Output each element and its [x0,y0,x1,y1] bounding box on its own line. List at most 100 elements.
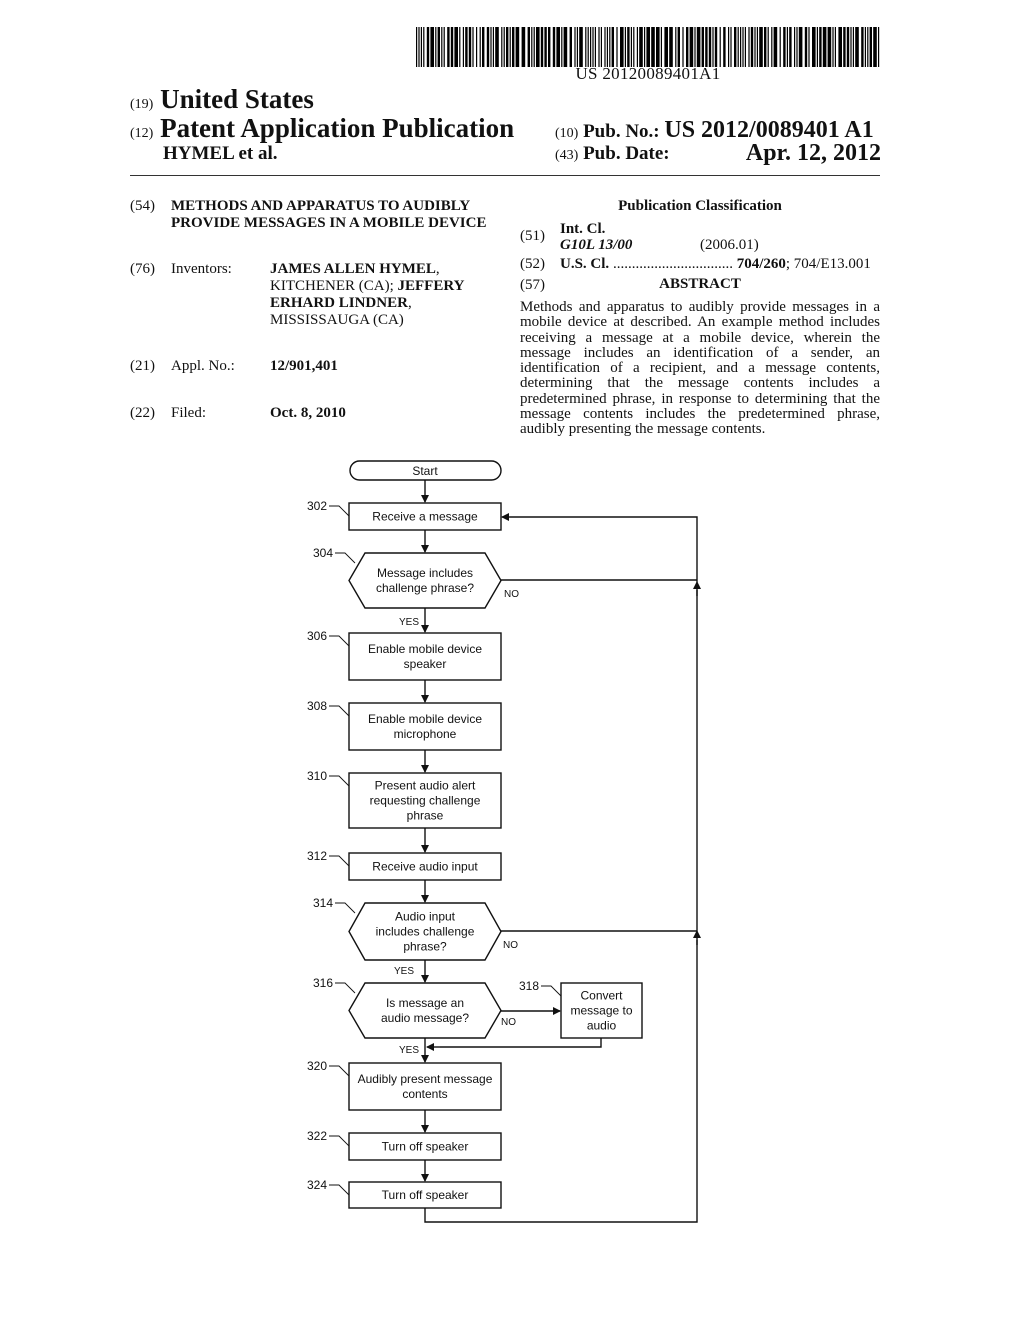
leader-line [541,985,562,997]
int-cl-version: (2006.01) [700,237,759,253]
leader-line [329,1184,350,1196]
barcode-bar [816,27,818,67]
publication-type: Patent Application Publication [160,113,515,143]
barcode-bar [750,27,754,67]
barcode-bar [490,27,492,67]
barcode-bar [479,27,481,67]
inventor-location: KITCHENER (CA); [270,278,394,294]
reference-numeral: 322 [307,1129,327,1143]
barcode-bar [574,27,576,67]
inventor-name: JEFFERY [397,278,465,294]
barcode-bar [587,27,589,67]
int-cl-label: Int. Cl. [560,221,606,237]
barcode-bar [855,27,859,67]
decision-label-316: audio message? [381,1011,469,1025]
barcode-bar [759,27,763,67]
barcode-bar [864,27,866,67]
leader-line [329,635,350,647]
barcode-bar [734,27,737,67]
appl-number: 12/901,401 [270,358,338,374]
field-code: (43) [555,148,579,163]
barcode-bar [656,27,660,67]
barcode-bar [843,27,846,67]
barcode-bar [819,27,822,67]
reference-numeral: 310 [307,769,327,783]
barcode-bar [767,27,769,67]
barcode-bar [850,27,852,67]
barcode-bar [506,27,509,67]
us-cl-line: U.S. Cl. ...............................… [560,256,880,273]
barcode-bar [712,27,714,67]
title-line: METHODS AND APPARATUS TO AUDIBLY [171,198,471,214]
barcode-bar [689,27,694,67]
barcode-bar [501,27,503,67]
field-code: (19) [130,97,154,112]
field-code: (52) [520,256,545,272]
step-label-308: microphone [394,727,457,741]
step-label-310: phrase [407,809,444,823]
step-label-320: Audibly present message [358,1072,493,1086]
barcode-bar [794,27,796,67]
barcode-bar [852,27,854,67]
leader-line [329,1065,350,1077]
abstract-text: Methods and apparatus to audibly provide… [520,299,880,438]
step-label-302: Receive a message [372,510,478,524]
barcode-bar [627,27,630,67]
barcode-bar [590,27,592,67]
barcode-bar [527,27,530,67]
reference-numeral: 306 [307,629,327,643]
reference-numeral: 308 [307,699,327,713]
field-code: (51) [520,228,545,244]
step-label-310: Present audio alert [375,779,476,793]
barcode-bar [708,27,712,67]
barcode-bar [869,27,872,67]
leader-line [329,505,350,517]
inventor-name: JAMES ALLEN HYMEL [270,261,436,277]
country: United States [160,84,314,114]
barcode-bar [552,27,556,67]
filed-date: Oct. 8, 2010 [270,405,346,421]
us-cl-secondary: ; 704/E13.001 [785,256,871,272]
barcode-bar [443,27,445,67]
classification-heading: Publication Classification [618,198,782,214]
inventor-location: MISSISSAUGA (CA) [270,312,404,328]
barcode-bar [705,27,708,67]
decision-label-314: phrase? [403,940,447,954]
barcode-bar [476,27,478,67]
barcode-bar [592,27,594,67]
barcode-bar [644,27,646,67]
leader-line [335,552,356,564]
leader-line [329,705,350,717]
inventor-name: ERHARD LINDNER [270,295,408,311]
barcode-bar [827,27,832,67]
barcode-bar [620,27,624,67]
barcode-bar [723,27,726,67]
barcode-bar [742,27,744,67]
barcode-bar [756,27,758,67]
abstract-heading: ABSTRACT [659,276,741,292]
reference-numeral: 304 [313,546,333,560]
barcode-bar [748,27,750,67]
yes-label: YES [399,1045,419,1056]
barcode-bar [548,27,551,67]
step-label-324: Turn off speaker [382,1188,469,1202]
barcode-bar [822,27,827,67]
barcode-bar [834,27,836,67]
barcode-bar [454,27,458,67]
decision-label-314: Audio input [395,910,456,924]
barcode-bar [472,27,474,67]
barcode-bar [482,27,485,67]
barcode-bar [664,27,668,67]
no-label: NO [501,1017,516,1028]
country-line: (19) United States [130,84,314,115]
barcode-bar [686,27,689,67]
inventors: JAMES ALLEN HYMEL, KITCHENER (CA); JEFFE… [270,261,510,329]
step-label-306: speaker [404,657,447,671]
barcode-bar [744,27,746,67]
leader-dots: ................................ [612,256,733,272]
barcode-bar [441,27,443,67]
decision-label-316: Is message an [386,996,464,1010]
barcode-bar [694,27,696,67]
barcode-bar [495,27,499,67]
barcode-bar [675,27,677,67]
